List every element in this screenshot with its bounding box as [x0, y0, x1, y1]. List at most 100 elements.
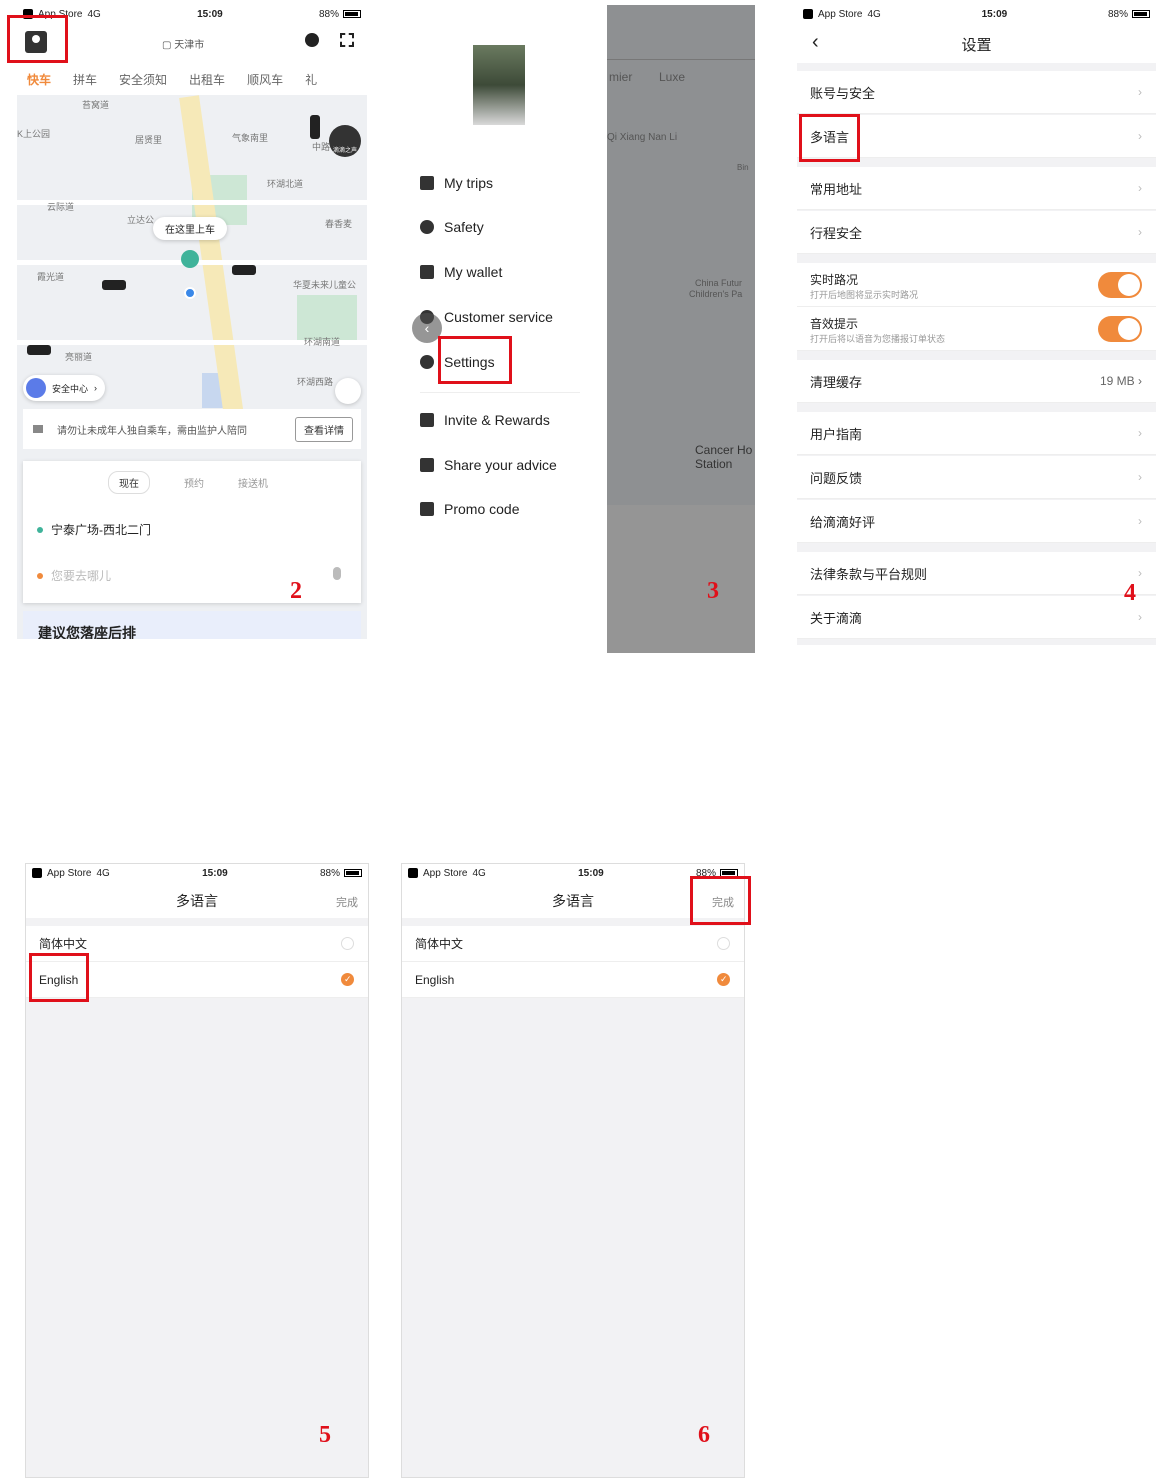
screen-language-a: App Store 4G 15:09 88% 多语言 完成 简体中文 Englis… — [25, 863, 369, 1478]
row-traffic: 实时路况 打开后地图将显示实时路况 — [797, 263, 1156, 307]
map-label: 华夏未来儿童公 — [293, 280, 357, 290]
tab-now[interactable]: 现在 — [108, 471, 150, 494]
time: 15:09 — [197, 8, 223, 20]
step-number-3: 3 — [707, 578, 719, 604]
row-clear-cache[interactable]: 清理缓存 19 MB › — [797, 360, 1156, 403]
row-about[interactable]: 关于滴滴 › — [797, 596, 1156, 639]
chevron-right-icon: › — [1138, 610, 1142, 624]
row-feedback[interactable]: 问题反馈 › — [797, 456, 1156, 499]
screen-home: App Store 4G 15:09 88% ▢ 天津市 快车 拼车 安全须知 出… — [17, 5, 367, 639]
gear-icon — [420, 355, 434, 369]
nav-bar: ‹ 设置 — [797, 23, 1156, 63]
message-icon[interactable] — [305, 33, 319, 47]
avatar[interactable] — [473, 45, 525, 125]
option-english[interactable]: English — [26, 962, 368, 998]
chevron-right-icon: › — [1138, 181, 1142, 195]
document-icon — [420, 458, 434, 472]
mic-icon[interactable] — [333, 567, 341, 580]
status-bar: App Store 4G 15:09 88% — [402, 864, 744, 882]
tab-express[interactable]: 快车 — [27, 71, 51, 88]
map[interactable]: 苔窝道 K上公园 居贤里 气象南里 中路 环湖北道 云际道 立达公 霞光道 华夏… — [17, 95, 367, 639]
tab-gift[interactable]: 礼 — [305, 71, 317, 88]
destination-placeholder: 您要去哪儿 — [51, 569, 112, 583]
screen-side-menu: mier Luxe Qi Xiang Nan Li Bin China Futu… — [378, 5, 755, 653]
map-label: 春香麦 — [325, 219, 353, 229]
option-english[interactable]: English — [402, 962, 744, 998]
row-trip-safety[interactable]: 行程安全 › — [797, 211, 1156, 254]
city-selector[interactable]: ▢ 天津市 — [162, 36, 204, 51]
locate-button[interactable] — [335, 378, 361, 404]
map-label: 环湖南道 — [304, 337, 341, 347]
trips-icon — [420, 176, 434, 190]
menu-settings[interactable]: Settings — [420, 354, 495, 370]
car-icon — [102, 280, 126, 290]
origin-text: 宁泰广场-西北二门 — [51, 523, 151, 537]
page-title: 设置 — [961, 37, 992, 54]
didi-voice-badge[interactable]: 滴滴之声 — [329, 125, 361, 157]
sound-toggle[interactable] — [1098, 316, 1142, 342]
destination-input[interactable]: 您要去哪儿 — [37, 567, 111, 584]
status-bar: App Store 4G 15:09 88% — [26, 864, 368, 882]
done-button[interactable]: 完成 — [336, 894, 358, 910]
origin-field[interactable]: 宁泰广场-西北二门 — [37, 521, 151, 538]
menu-my-wallet[interactable]: My wallet — [420, 264, 502, 280]
app-store-icon — [32, 868, 42, 878]
ride-card: 现在 预约 接送机 宁泰广场-西北二门 您要去哪儿 — [23, 461, 361, 603]
map-label: 环湖西路 — [297, 377, 334, 387]
collapse-button[interactable]: ‹ — [412, 313, 442, 343]
view-details-button[interactable]: 查看详情 — [295, 416, 353, 442]
safety-center-button[interactable]: 安全中心 › — [23, 375, 106, 401]
carrier: App Store — [38, 8, 83, 20]
car-icon — [27, 345, 51, 355]
pickup-bubble: 在这里上车 — [153, 217, 227, 240]
menu-invite-rewards[interactable]: Invite & Rewards — [420, 412, 550, 428]
cache-size: 19 MB — [1099, 374, 1135, 388]
map-label: K上公园 — [17, 129, 51, 139]
map-label: 立达公 — [127, 215, 155, 225]
row-rate-app[interactable]: 给滴滴好评 › — [797, 500, 1156, 543]
tab-carpool[interactable]: 拼车 — [73, 71, 97, 88]
bg-label: Qi Xiang Nan Li — [607, 132, 678, 143]
battery-icon — [719, 869, 738, 877]
safety-center-label: 安全中心 — [52, 383, 89, 394]
menu-my-trips[interactable]: My trips — [420, 175, 493, 191]
row-language[interactable]: 多语言 › — [797, 115, 1156, 158]
chevron-right-icon: › — [1138, 85, 1142, 99]
row-addresses[interactable]: 常用地址 › — [797, 167, 1156, 210]
battery-icon — [343, 869, 362, 877]
row-legal[interactable]: 法律条款与平台规则 › — [797, 552, 1156, 595]
page-title: 多语言 — [552, 893, 594, 909]
screen-settings: App Store 4G 15:09 88% ‹ 设置 账号与安全 › 多语言 › 常… — [797, 5, 1156, 645]
map-label: 亮丽道 — [65, 352, 93, 362]
option-simplified-chinese[interactable]: 简体中文 — [26, 926, 368, 962]
tab-airport[interactable]: 接送机 — [238, 475, 268, 494]
row-account-security[interactable]: 账号与安全 › — [797, 71, 1156, 114]
tab-reserve[interactable]: 预约 — [184, 475, 204, 494]
coupon-icon — [420, 502, 434, 516]
map-label: 云际道 — [47, 202, 75, 212]
map-label: 苔窝道 — [82, 100, 110, 110]
bg-label: Bin — [737, 163, 749, 172]
menu-safety[interactable]: Safety — [420, 219, 484, 235]
done-button[interactable]: 完成 — [712, 894, 734, 910]
tab-hitch[interactable]: 顺风车 — [247, 71, 283, 88]
radio-icon — [717, 937, 730, 950]
menu-promo-code[interactable]: Promo code — [420, 501, 519, 517]
tab-safety[interactable]: 安全须知 — [119, 71, 167, 88]
step-number-4: 4 — [1124, 580, 1136, 606]
nav-bar: 多语言 完成 — [26, 882, 368, 918]
tab-taxi[interactable]: 出租车 — [189, 71, 225, 88]
profile-button[interactable] — [25, 31, 47, 53]
location-dot-icon — [184, 287, 196, 299]
menu-share-advice[interactable]: Share your advice — [420, 457, 557, 473]
dest-dot-icon — [37, 572, 43, 579]
traffic-toggle[interactable] — [1098, 272, 1142, 298]
option-simplified-chinese[interactable]: 简体中文 — [402, 926, 744, 962]
row-user-guide[interactable]: 用户指南 › — [797, 412, 1156, 455]
divider — [607, 59, 755, 60]
scan-icon[interactable] — [340, 33, 354, 47]
promo-banner[interactable]: 建议您落座后排 — [23, 611, 361, 639]
bg-label: Station — [695, 457, 733, 471]
nav-bar: 多语言 完成 — [402, 882, 744, 918]
network: 4G — [87, 8, 101, 20]
